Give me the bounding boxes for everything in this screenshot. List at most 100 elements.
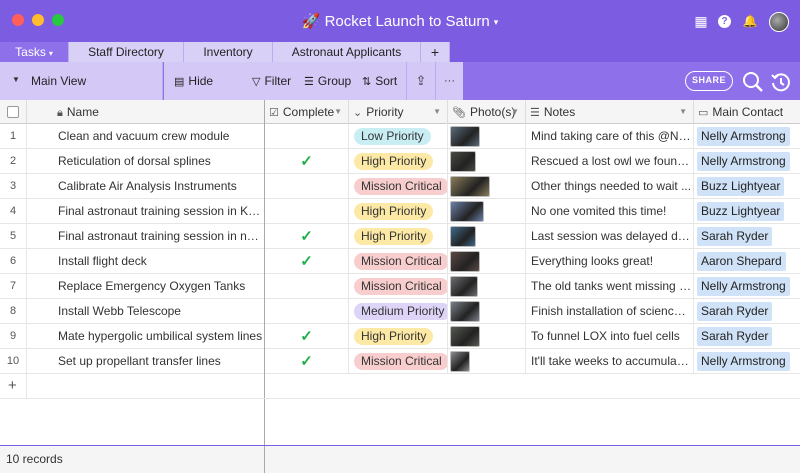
chevron-down-icon[interactable]: ▼: [433, 100, 441, 124]
apps-grid-icon[interactable]: ▦: [693, 13, 709, 29]
photo-thumbnail[interactable]: [450, 301, 480, 322]
notes-cell[interactable]: It'll take weeks to accumulate ...: [531, 349, 692, 374]
table-row[interactable]: 1 Clean and vacuum crew module Low Priorit…: [0, 124, 800, 149]
chevron-down-icon[interactable]: ▼: [511, 100, 519, 124]
history-icon[interactable]: [769, 70, 793, 94]
contact-pill[interactable]: Sarah Ryder: [697, 302, 773, 322]
photo-thumbnail[interactable]: [450, 351, 470, 372]
main-contact-cell[interactable]: Aaron Shepard: [697, 249, 800, 274]
priority-cell[interactable]: Mission Critical: [349, 349, 447, 374]
task-name-cell[interactable]: Mate hypergolic umbilical system lines: [58, 324, 263, 349]
table-row[interactable]: 4 Final astronaut training session in KC-…: [0, 199, 800, 224]
add-table-button[interactable]: +: [421, 42, 450, 62]
select-all-checkbox[interactable]: [7, 106, 19, 118]
complete-checkbox-cell[interactable]: [265, 199, 348, 224]
photos-cell[interactable]: [448, 249, 526, 274]
table-row[interactable]: 10 Set up propellant transfer lines ✓ Missi…: [0, 349, 800, 374]
task-name-cell[interactable]: Reticulation of dorsal splines: [58, 149, 263, 174]
complete-checkbox-cell[interactable]: ✓: [265, 324, 348, 349]
photo-thumbnail[interactable]: [450, 151, 476, 172]
notes-cell[interactable]: Last session was delayed due t...: [531, 224, 692, 249]
priority-cell[interactable]: Mission Critical: [349, 249, 447, 274]
notes-cell[interactable]: To funnel LOX into fuel cells: [531, 324, 692, 349]
photos-cell[interactable]: [448, 349, 526, 374]
contact-pill[interactable]: Buzz Lightyear: [697, 177, 785, 197]
table-row[interactable]: 3 Calibrate Air Analysis Instruments Missi…: [0, 174, 800, 199]
column-header-main-contact[interactable]: ▭ Main Contact: [694, 100, 800, 124]
photo-thumbnail[interactable]: [450, 226, 476, 247]
help-icon[interactable]: ?: [718, 15, 731, 28]
complete-checkbox-cell[interactable]: [265, 124, 348, 149]
contact-pill[interactable]: Sarah Ryder: [697, 327, 773, 347]
tab-inventory[interactable]: Inventory: [184, 42, 273, 62]
photo-thumbnail[interactable]: [450, 126, 480, 147]
task-name-cell[interactable]: Final astronaut training session in KC-1…: [58, 199, 263, 224]
column-header-complete[interactable]: ☑ Complete ▼: [265, 100, 349, 124]
task-name-cell[interactable]: Install Webb Telescope: [58, 299, 263, 324]
base-title[interactable]: 🚀 Rocket Launch to Saturn ▾: [0, 12, 800, 30]
photos-cell[interactable]: [448, 199, 526, 224]
notes-cell[interactable]: Other things needed to wait ...: [531, 174, 692, 199]
bell-icon[interactable]: 🔔: [742, 13, 758, 29]
photo-thumbnail[interactable]: [450, 176, 490, 197]
column-header-name[interactable]: 🔒︎ Name: [27, 100, 265, 124]
more-options-icon[interactable]: ···: [435, 62, 463, 100]
notes-cell[interactable]: No one vomited this time!: [531, 199, 692, 224]
main-contact-cell[interactable]: Nelly Armstrong: [697, 274, 800, 299]
select-all-cell[interactable]: [0, 100, 27, 124]
tab-tasks[interactable]: Tasks ▾: [0, 42, 69, 62]
complete-checkbox-cell[interactable]: ✓: [265, 224, 348, 249]
priority-cell[interactable]: High Priority: [349, 324, 447, 349]
photos-cell[interactable]: [448, 124, 526, 149]
priority-cell[interactable]: Medium Priority: [349, 299, 447, 324]
photos-cell[interactable]: [448, 324, 526, 349]
complete-checkbox-cell[interactable]: ✓: [265, 249, 348, 274]
notes-cell[interactable]: Everything looks great!: [531, 249, 692, 274]
contact-pill[interactable]: Nelly Armstrong: [697, 127, 790, 147]
complete-checkbox-cell[interactable]: ✓: [265, 349, 348, 374]
main-contact-cell[interactable]: Nelly Armstrong: [697, 149, 800, 174]
contact-pill[interactable]: Nelly Armstrong: [697, 152, 790, 172]
column-header-priority[interactable]: ⌄ Priority ▼: [349, 100, 448, 124]
share-button[interactable]: SHARE: [685, 71, 733, 91]
column-header-photos[interactable]: 📎︎ Photo(s) ▼: [448, 100, 526, 124]
task-name-cell[interactable]: Final astronaut training session in neut…: [58, 224, 263, 249]
notes-cell[interactable]: Rescued a lost owl we found in...: [531, 149, 692, 174]
table-row[interactable]: 8 Install Webb Telescope Medium Priority Fi…: [0, 299, 800, 324]
photo-thumbnail[interactable]: [450, 251, 480, 272]
sort-button[interactable]: ⇅ Sort: [354, 62, 406, 100]
photo-thumbnail[interactable]: [450, 326, 480, 347]
priority-cell[interactable]: Mission Critical: [349, 174, 447, 199]
add-record-row[interactable]: +: [0, 374, 800, 399]
priority-cell[interactable]: High Priority: [349, 224, 447, 249]
contact-pill[interactable]: Nelly Armstrong: [697, 277, 790, 297]
notes-cell[interactable]: Finish installation of science ...: [531, 299, 692, 324]
search-icon[interactable]: [741, 70, 765, 94]
tab-staff-directory[interactable]: Staff Directory: [69, 42, 184, 62]
hide-fields-button[interactable]: ▤Hide fields: [164, 62, 244, 127]
complete-checkbox-cell[interactable]: ✓: [265, 149, 348, 174]
complete-checkbox-cell[interactable]: [265, 299, 348, 324]
main-contact-cell[interactable]: Buzz Lightyear: [697, 174, 800, 199]
priority-cell[interactable]: High Priority: [349, 149, 447, 174]
table-row[interactable]: 9 Mate hypergolic umbilical system lines ✓…: [0, 324, 800, 349]
priority-cell[interactable]: Low Priority: [349, 124, 447, 149]
table-row[interactable]: 6 Install flight deck ✓ Mission Critical Eve…: [0, 249, 800, 274]
task-name-cell[interactable]: Clean and vacuum crew module: [58, 124, 263, 149]
main-contact-cell[interactable]: Sarah Ryder: [697, 224, 800, 249]
main-contact-cell[interactable]: Sarah Ryder: [697, 299, 800, 324]
add-record-icon[interactable]: +: [8, 377, 17, 394]
group-button[interactable]: ☰ Group: [296, 62, 354, 100]
photo-thumbnail[interactable]: [450, 276, 478, 297]
complete-checkbox-cell[interactable]: [265, 174, 348, 199]
main-contact-cell[interactable]: Nelly Armstrong: [697, 349, 800, 374]
share-view-icon[interactable]: ⇪: [406, 62, 435, 100]
task-name-cell[interactable]: Replace Emergency Oxygen Tanks: [58, 274, 263, 299]
main-contact-cell[interactable]: Sarah Ryder: [697, 324, 800, 349]
photos-cell[interactable]: [448, 224, 526, 249]
table-row[interactable]: 5 Final astronaut training session in neu…: [0, 224, 800, 249]
task-name-cell[interactable]: Install flight deck: [58, 249, 263, 274]
main-contact-cell[interactable]: Buzz Lightyear: [697, 199, 800, 224]
priority-cell[interactable]: High Priority: [349, 199, 447, 224]
photos-cell[interactable]: [448, 274, 526, 299]
